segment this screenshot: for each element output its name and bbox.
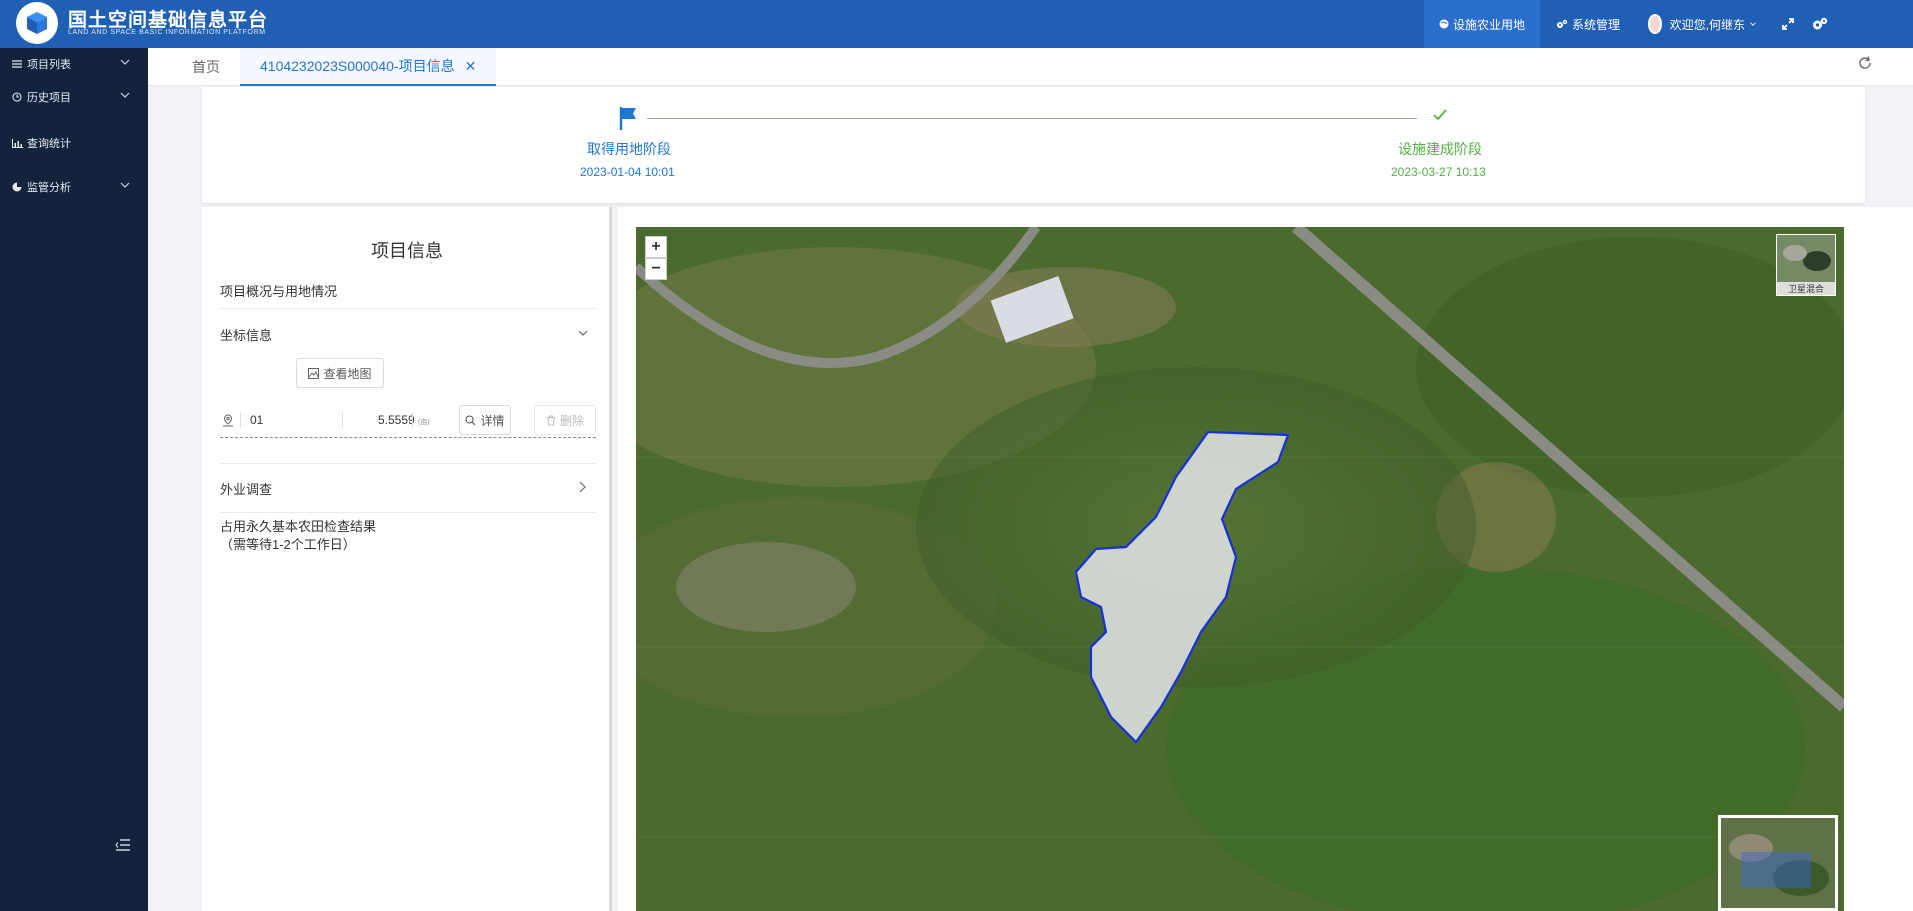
satellite-thumbnail-icon <box>1777 235 1835 283</box>
satellite-imagery <box>636 227 1844 911</box>
step-1-date: 2023-01-04 10:01 <box>580 165 675 179</box>
sidebar-item-label: 历史项目 <box>27 92 71 104</box>
divider <box>220 463 596 464</box>
result-note: （需等待1-2个工作日） <box>220 537 356 552</box>
user-menu[interactable]: 欢迎您,何继东 <box>1648 0 1760 48</box>
chevron-down-icon <box>120 182 130 188</box>
panel-title: 项目信息 <box>371 241 443 261</box>
field-survey-label: 外业调查 <box>220 482 273 497</box>
chevron-down-icon <box>120 92 130 98</box>
separator <box>342 412 343 428</box>
sidebar-item-label: 项目列表 <box>27 59 71 71</box>
expand-icon <box>1782 18 1794 30</box>
detail-label: 详情 <box>480 413 505 428</box>
check-icon <box>1433 109 1447 121</box>
chevron-down-icon <box>1750 22 1756 26</box>
sidebar-item-history[interactable]: 历史项目 <box>0 86 148 108</box>
delete-button[interactable]: 删除 <box>534 405 596 435</box>
coords-section-header[interactable]: 坐标信息 <box>220 325 596 344</box>
divider <box>220 512 596 513</box>
zoom-out-button[interactable]: − <box>645 258 667 280</box>
refresh-icon <box>1859 56 1871 69</box>
coord-area-value: 5.5559 <box>378 413 415 427</box>
platform-logo[interactable] <box>16 2 58 44</box>
platform-subtitle: LAND AND SPACE BASIC INFORMATION PLATFOR… <box>68 29 266 36</box>
sidebar-item-label: 查询统计 <box>27 138 71 150</box>
tab-home-label: 首页 <box>192 59 220 75</box>
zoom-in-label: + <box>651 238 661 255</box>
gears-icon <box>1556 19 1568 28</box>
divider <box>220 308 596 309</box>
step-2-date: 2023-03-27 10:13 <box>1391 165 1486 179</box>
close-icon[interactable]: ✕ <box>465 58 477 75</box>
app-header: 国土空间基础信息平台 LAND AND SPACE BASIC INFORMAT… <box>0 0 1913 48</box>
refresh-button[interactable] <box>1857 55 1873 76</box>
avatar <box>1648 14 1662 34</box>
chevron-down-icon <box>578 330 588 336</box>
step-connector <box>647 118 1417 119</box>
list-icon <box>12 60 26 68</box>
coord-number: 01 <box>250 413 264 427</box>
image-icon <box>308 367 320 379</box>
trash-icon <box>546 415 555 425</box>
nav-facility-agri-land-label: 设施农业用地 <box>1452 17 1525 32</box>
nav-system-management-label: 系统管理 <box>1571 17 1620 32</box>
step-1-title: 取得用地阶段 <box>587 141 671 157</box>
field-survey-section[interactable]: 外业调查 <box>220 479 596 498</box>
settings-button[interactable] <box>1812 0 1832 48</box>
flag-icon <box>619 107 636 130</box>
user-greeting: 欢迎您,何继东 <box>1669 17 1745 32</box>
overview-section[interactable]: 项目概况与用地情况 <box>220 281 596 300</box>
minimap-imagery <box>1721 818 1835 908</box>
view-map-label: 查看地图 <box>323 366 372 381</box>
coord-item-row: 01 5.5559 (亩) 详情 删除 <box>220 404 596 438</box>
tab-project-info-label: 4104232023S000040-项目信息 <box>260 58 455 74</box>
satellite-map[interactable] <box>636 227 1844 911</box>
step-2-title: 设施建成阶段 <box>1398 141 1482 157</box>
cube-logo-icon <box>27 12 47 34</box>
tabs-bar: 首页 4104232023S000040-项目信息 ✕ <box>148 48 1913 86</box>
sidebar-item-supervision[interactable]: 监管分析 <box>0 176 148 198</box>
pie-chart-icon <box>12 182 26 192</box>
sidebar-item-query-stats[interactable]: 查询统计 <box>0 132 148 154</box>
detail-button[interactable]: 详情 <box>459 405 511 435</box>
project-info-panel: 项目信息 项目概况与用地情况 坐标信息 查看地图 01 5.5559 (亩) 详… <box>202 207 612 911</box>
coords-section-label: 坐标信息 <box>220 328 273 343</box>
platform-title: 国土空间基础信息平台 <box>68 10 269 31</box>
chevron-right-icon <box>579 481 586 493</box>
globe-icon <box>1439 19 1449 29</box>
location-pin-icon <box>223 414 233 427</box>
tab-home[interactable]: 首页 <box>192 48 220 86</box>
fullscreen-button[interactable] <box>1780 0 1800 48</box>
progress-steps: 取得用地阶段 2023-01-04 10:01 设施建成阶段 2023-03-2… <box>202 87 1865 203</box>
overview-minimap[interactable] <box>1718 815 1838 911</box>
sidebar-collapse-button[interactable] <box>115 838 131 857</box>
separator <box>412 412 413 428</box>
overview-label: 项目概况与用地情况 <box>220 284 338 299</box>
sidebar-item-project-list[interactable]: 项目列表 <box>0 53 148 75</box>
sidebar-item-label: 监管分析 <box>27 182 71 194</box>
search-icon <box>465 414 476 425</box>
layer-label: 卫星混合 <box>1777 282 1835 295</box>
tab-project-info[interactable]: 4104232023S000040-项目信息 ✕ <box>240 48 497 86</box>
history-icon <box>12 92 26 102</box>
chevron-down-icon <box>120 59 130 65</box>
basic-farmland-check-result: 占用永久基本农田检查结果 （需等待1-2个工作日） <box>220 518 376 554</box>
coord-area-unit: (亩) <box>418 419 430 426</box>
nav-facility-agri-land[interactable]: 设施农业用地 <box>1424 0 1540 48</box>
view-map-button[interactable]: 查看地图 <box>296 358 384 388</box>
zoom-out-label: − <box>651 260 661 277</box>
gears-icon <box>1813 17 1828 30</box>
coord-area: 5.5559 (亩) <box>378 413 430 427</box>
result-title: 占用永久基本农田检查结果 <box>220 519 377 534</box>
zoom-in-button[interactable]: + <box>645 236 667 258</box>
menu-fold-icon <box>115 839 130 851</box>
bar-chart-icon <box>12 138 26 148</box>
layer-switcher[interactable]: 卫星混合 <box>1776 234 1836 296</box>
nav-system-management[interactable]: 系统管理 <box>1550 0 1626 48</box>
delete-label: 删除 <box>559 413 584 428</box>
separator <box>240 412 241 428</box>
